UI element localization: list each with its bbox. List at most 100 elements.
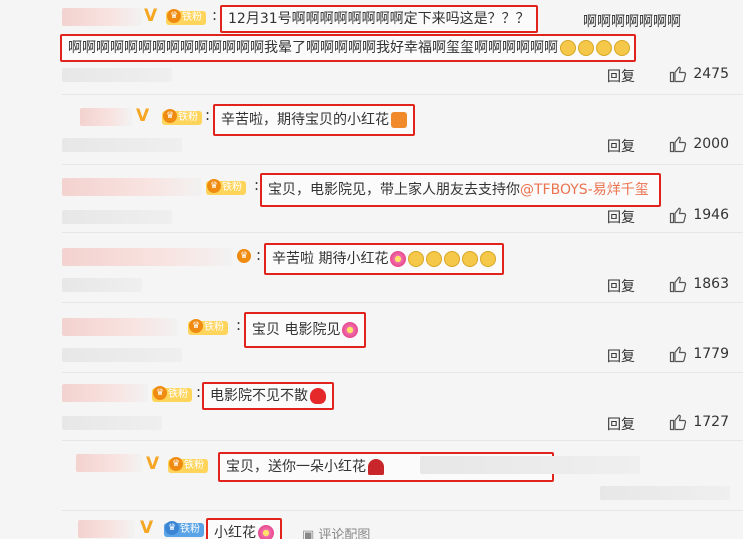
verified-v-icon: V bbox=[144, 6, 158, 26]
fan-badge-label: 铁粉 bbox=[180, 524, 200, 535]
comment-text-overflow: 啊啊啊啊啊啊啊 bbox=[583, 14, 681, 30]
like-button[interactable]: 1779 bbox=[669, 345, 729, 363]
fan-badge[interactable]: ♛ 铁粉 bbox=[206, 179, 246, 195]
emoji-face-icon bbox=[578, 40, 594, 56]
like-button[interactable]: 1727 bbox=[669, 413, 729, 431]
thumb-up-icon bbox=[670, 207, 687, 224]
verified-v-icon: V bbox=[140, 518, 154, 538]
emoji-face-icon bbox=[444, 251, 461, 267]
comment-text-highlighted: 宝贝 电影院见 bbox=[244, 312, 367, 348]
comment-text: 辛苦啦 期待小红花 bbox=[272, 251, 389, 267]
like-button[interactable]: 1946 bbox=[669, 206, 729, 224]
timestamp-blurred bbox=[62, 348, 182, 362]
comment-text: 小红花 bbox=[214, 525, 256, 539]
emoji-face-icon bbox=[462, 251, 479, 267]
colon: : bbox=[256, 246, 262, 264]
username-blurred[interactable] bbox=[62, 248, 232, 266]
timestamp-blurred bbox=[62, 68, 172, 82]
divider bbox=[62, 440, 743, 441]
comment-item: V ♛ 铁粉 宝贝，送你一朵小红花 bbox=[0, 442, 743, 512]
comment-text-highlighted-line2: 啊啊啊啊啊啊啊啊啊啊啊啊啊啊我晕了啊啊啊啊啊我好幸福啊玺玺啊啊啊啊啊啊 bbox=[60, 34, 636, 62]
like-count: 1779 bbox=[693, 346, 729, 362]
comment-item: ♛ 铁粉 : 电影院不见不散 回复 1727 bbox=[0, 374, 743, 442]
username-blurred[interactable] bbox=[76, 454, 142, 472]
comment-item: V ♛ 铁粉 : 辛苦啦，期待宝贝的小红花 回复 2000 bbox=[0, 96, 743, 166]
comment-text: 12月31号啊啊啊啊啊啊啊啊定下来吗这是？？？ bbox=[228, 11, 530, 27]
emoji-face-icon bbox=[596, 40, 612, 56]
fan-badge-label: 铁粉 bbox=[184, 460, 204, 471]
emoji-flower-gift-icon bbox=[391, 112, 407, 128]
username-blurred[interactable] bbox=[62, 8, 142, 26]
fan-badge-label: 铁粉 bbox=[182, 12, 202, 23]
comment-item: ♛ : 辛苦啦 期待小红花 回复 1863 bbox=[0, 234, 743, 304]
fan-crown-icon: ♛ bbox=[207, 179, 221, 193]
username-blurred[interactable] bbox=[62, 384, 148, 402]
fan-badge[interactable]: ♛ 铁粉 bbox=[166, 9, 206, 25]
fan-badge[interactable]: ♛ 铁粉 bbox=[168, 457, 208, 473]
comment-item: V ♛ 铁粉 : 12月31号啊啊啊啊啊啊啊啊定下来吗这是？？？ 啊啊啊啊啊啊啊 … bbox=[0, 0, 743, 96]
emoji-face-icon bbox=[480, 251, 497, 267]
username-blurred[interactable] bbox=[80, 108, 132, 126]
comment-text-highlighted: 小红花 bbox=[206, 518, 282, 539]
fan-badge[interactable]: ♛ 铁粉 bbox=[188, 319, 228, 335]
colon: : bbox=[196, 383, 202, 401]
reply-button[interactable]: 回复 bbox=[607, 346, 635, 366]
reply-button[interactable]: 回复 bbox=[607, 207, 635, 227]
comment-item: ♛ 铁粉 : 宝贝，电影院见，带上家人朋友去支持你@TFBOYS-易烊千玺 回复 … bbox=[0, 166, 743, 234]
fan-crown-icon: ♛ bbox=[167, 9, 181, 23]
comment-item: V ♛ 铁粉 小红花 ▣ 评论配图 bbox=[0, 512, 743, 539]
fan-badge-label: 铁粉 bbox=[222, 182, 242, 193]
thumb-up-icon bbox=[670, 346, 687, 363]
comment-image-link[interactable]: ▣ 评论配图 bbox=[302, 524, 370, 539]
fan-badge[interactable]: ♛ 铁粉 bbox=[152, 386, 192, 402]
fan-crown-icon: ♛ bbox=[153, 386, 167, 400]
emoji-flower-icon bbox=[342, 322, 359, 338]
like-button[interactable]: 2475 bbox=[669, 65, 729, 83]
timestamp-blurred bbox=[62, 210, 172, 224]
colon: : bbox=[254, 176, 260, 194]
emoji-face-icon bbox=[614, 40, 630, 56]
comment-text-highlighted: 12月31号啊啊啊啊啊啊啊啊定下来吗这是？？？ bbox=[220, 5, 538, 33]
reply-button[interactable]: 回复 bbox=[607, 66, 635, 86]
like-count: 2475 bbox=[693, 66, 729, 82]
reply-button[interactable]: 回复 bbox=[607, 136, 635, 156]
colon: : bbox=[205, 106, 211, 124]
emoji-face-icon bbox=[408, 251, 425, 267]
username-blurred[interactable] bbox=[62, 318, 178, 336]
fan-badge[interactable]: ♛ 铁粉 bbox=[162, 109, 202, 125]
username-blurred[interactable] bbox=[62, 178, 202, 196]
comment-text: 宝贝，送你一朵小红花 bbox=[226, 459, 366, 475]
fan-crown-icon: ♛ bbox=[237, 249, 251, 263]
comment-text-highlighted: 辛苦啦，期待宝贝的小红花 bbox=[213, 104, 415, 136]
comment-text: 辛苦啦，期待宝贝的小红花 bbox=[221, 112, 389, 128]
comment-text: 宝贝 电影院见 bbox=[252, 322, 341, 338]
fan-badge[interactable]: ♛ 铁粉 bbox=[164, 521, 204, 537]
mention-link[interactable]: @TFBOYS-易烊千玺 bbox=[520, 182, 649, 198]
comment-text-blurred bbox=[420, 456, 640, 474]
comment-text-highlighted: 宝贝，电影院见，带上家人朋友去支持你@TFBOYS-易烊千玺 bbox=[260, 173, 661, 207]
comment-text: 宝贝，电影院见，带上家人朋友去支持你 bbox=[268, 182, 520, 198]
comment-item: ♛ 铁粉 : 宝贝 电影院见 回复 1779 bbox=[0, 304, 743, 374]
like-count: 2000 bbox=[693, 136, 729, 152]
comment-list: V ♛ 铁粉 : 12月31号啊啊啊啊啊啊啊啊定下来吗这是？？？ 啊啊啊啊啊啊啊 … bbox=[0, 0, 743, 539]
like-button[interactable]: 2000 bbox=[669, 135, 729, 153]
fan-badge-label: 铁粉 bbox=[178, 112, 198, 123]
like-count: 1863 bbox=[693, 276, 729, 292]
colon: : bbox=[236, 316, 242, 334]
emoji-flower-icon bbox=[390, 251, 407, 267]
divider bbox=[62, 372, 743, 373]
divider bbox=[62, 510, 743, 511]
reply-button[interactable]: 回复 bbox=[607, 414, 635, 434]
reply-blurred bbox=[600, 486, 730, 500]
thumb-up-icon bbox=[670, 136, 687, 153]
like-count: 1727 bbox=[693, 414, 729, 430]
fan-crown-icon: ♛ bbox=[165, 521, 179, 535]
comment-text-highlighted: 辛苦啦 期待小红花 bbox=[264, 243, 505, 275]
divider bbox=[62, 232, 743, 233]
emoji-flower-icon bbox=[258, 525, 274, 539]
like-button[interactable]: 1863 bbox=[669, 275, 729, 293]
fan-crown-badge[interactable]: ♛ bbox=[236, 249, 251, 265]
username-blurred[interactable] bbox=[78, 520, 134, 538]
reply-button[interactable]: 回复 bbox=[607, 276, 635, 296]
divider bbox=[62, 94, 743, 95]
